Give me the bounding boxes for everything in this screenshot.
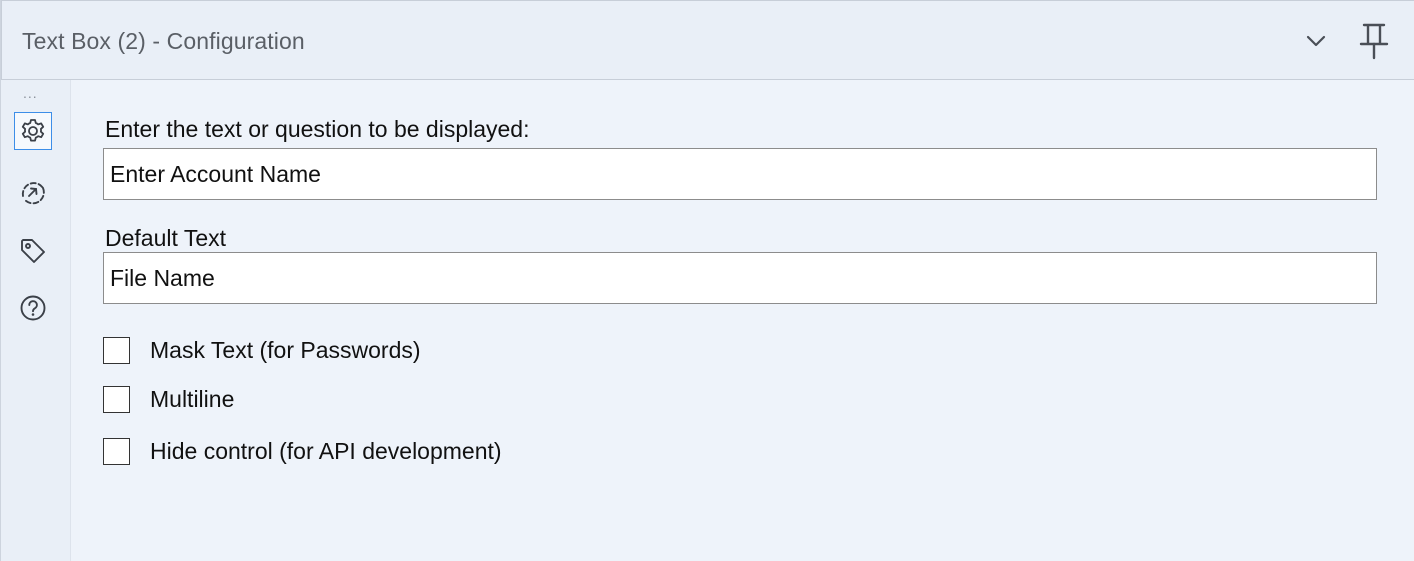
pin-button[interactable]: [1356, 21, 1392, 61]
configuration-panel: Text Box (2) - Configuration ... Enter t…: [0, 0, 1414, 561]
sidebar: ...: [1, 80, 71, 561]
mask-text-option[interactable]: Mask Text (for Passwords): [103, 335, 421, 365]
gear-icon: [21, 119, 45, 142]
multiline-label: Multiline: [150, 385, 235, 412]
hide-control-label: Hide control (for API development): [150, 437, 502, 464]
connection-arrow-icon: [21, 182, 45, 205]
sidebar-item-configuration[interactable]: [14, 112, 52, 150]
tag-icon: [21, 239, 45, 263]
question-label: Enter the text or question to be display…: [105, 116, 530, 142]
pin-icon: [1359, 23, 1389, 60]
default-text-label: Default Text: [105, 225, 227, 251]
mask-text-label: Mask Text (for Passwords): [150, 336, 421, 363]
panel-header: Text Box (2) - Configuration: [1, 0, 1414, 80]
help-icon: [20, 295, 46, 321]
overflow-dots[interactable]: ...: [23, 85, 38, 101]
collapse-button[interactable]: [1298, 21, 1334, 61]
sidebar-item-connections[interactable]: [14, 173, 52, 211]
hide-control-option[interactable]: Hide control (for API development): [103, 436, 502, 466]
panel-title: Text Box (2) - Configuration: [22, 28, 305, 54]
hide-control-checkbox[interactable]: [103, 437, 130, 465]
multiline-option[interactable]: Multiline: [103, 384, 234, 414]
sidebar-item-help[interactable]: [14, 289, 52, 327]
multiline-checkbox[interactable]: [103, 385, 130, 413]
chevron-down-icon: [1306, 35, 1326, 47]
sidebar-item-annotation[interactable]: [14, 232, 52, 270]
mask-text-checkbox[interactable]: [103, 336, 130, 364]
question-input[interactable]: [103, 148, 1377, 200]
default-text-input[interactable]: [103, 252, 1377, 304]
